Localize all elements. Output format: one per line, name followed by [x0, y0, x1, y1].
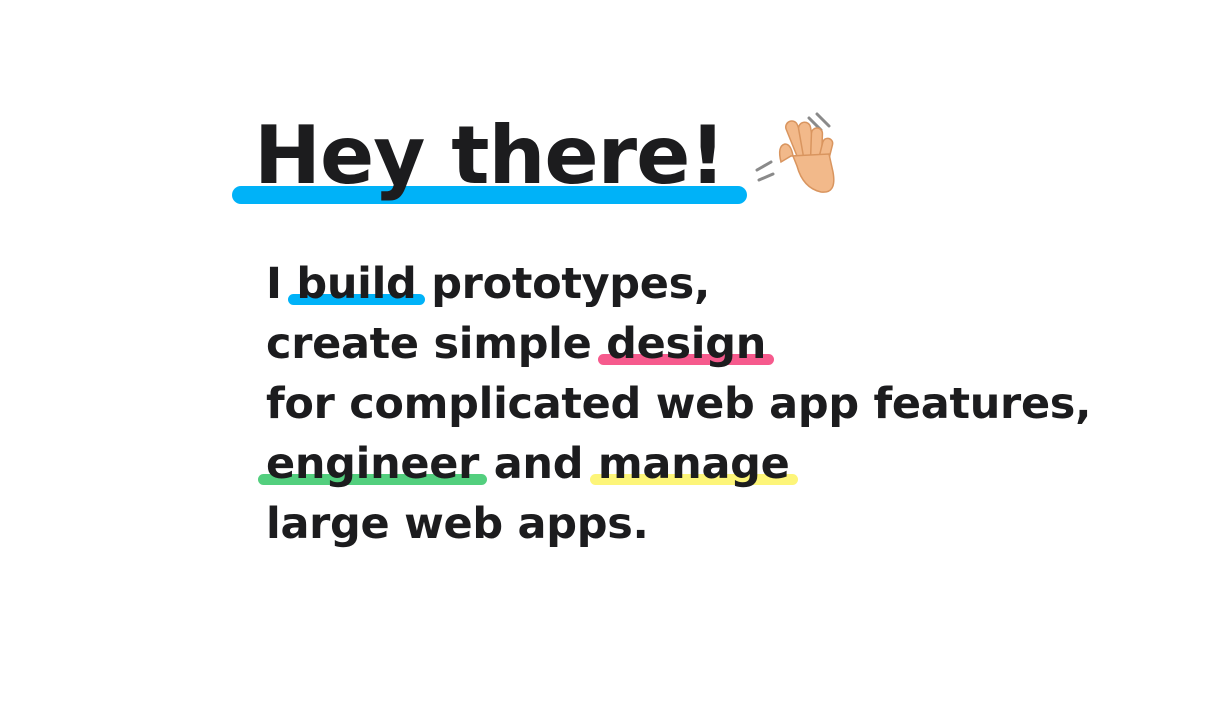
highlight-design: design: [598, 314, 775, 374]
highlight-manage: manage: [589, 434, 798, 494]
highlight-engineer: engineer: [258, 434, 488, 494]
intro-line-4: engineer and manage: [258, 434, 1091, 494]
intro-line-2: create simple design: [266, 314, 1091, 374]
highlight-text: design: [606, 319, 767, 369]
intro-line-5: large web apps.: [266, 499, 649, 549]
highlight-text: build: [296, 259, 417, 309]
highlight-build: build: [288, 254, 425, 314]
intro-line-1: I build prototypes,: [266, 254, 1091, 314]
intro-text: prototypes,: [416, 259, 710, 309]
intro-text: create simple: [266, 319, 607, 369]
intro-paragraph: I build prototypes, create simple design…: [258, 254, 1092, 554]
intro-line-3: for complicated web app features,: [266, 379, 1092, 429]
page-title-text: Hey there!: [254, 109, 726, 202]
waving-hand-icon: [755, 112, 835, 193]
hero-header: Hey there!: [232, 106, 851, 206]
page-title: Hey there!: [232, 116, 747, 204]
highlight-text: engineer: [266, 439, 480, 489]
intro-text: and: [479, 439, 598, 489]
highlight-text: manage: [597, 439, 790, 489]
